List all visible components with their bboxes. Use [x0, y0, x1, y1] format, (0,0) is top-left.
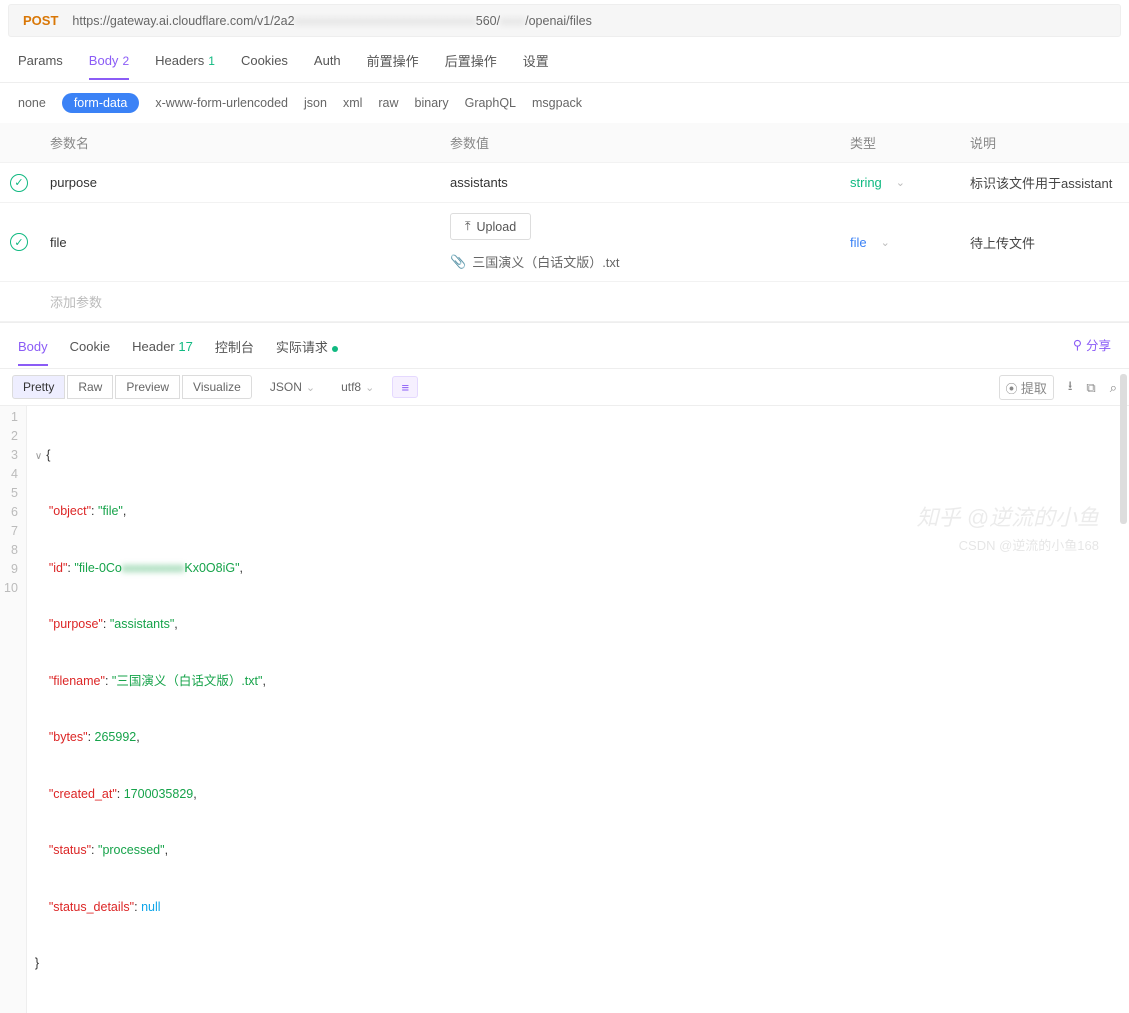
- bodytype-graphql[interactable]: GraphQL: [465, 96, 516, 110]
- check-icon[interactable]: ✓: [10, 233, 28, 251]
- chevron-down-icon: ⌄: [896, 176, 905, 189]
- view-visualize[interactable]: Visualize: [182, 375, 252, 399]
- view-raw[interactable]: Raw: [67, 375, 113, 399]
- charset-select[interactable]: utf8⌄: [333, 376, 382, 398]
- bodytype-binary[interactable]: binary: [415, 96, 449, 110]
- tab-body[interactable]: Body2: [89, 53, 129, 80]
- uploaded-file-name[interactable]: 📎三国演义（白话文版）.txt: [450, 252, 620, 271]
- col-desc: 说明: [966, 133, 1123, 152]
- rtab-header[interactable]: Header 17: [132, 339, 193, 366]
- view-pretty[interactable]: Pretty: [12, 375, 65, 399]
- param-type[interactable]: file⌄: [850, 235, 890, 250]
- view-preview[interactable]: Preview: [115, 375, 180, 399]
- rtab-actual[interactable]: 实际请求: [276, 337, 338, 368]
- upload-icon: ⤒: [465, 219, 471, 234]
- bodytype-raw[interactable]: raw: [378, 96, 398, 110]
- tab-prescript[interactable]: 前置操作: [367, 51, 419, 82]
- http-method[interactable]: POST: [23, 13, 58, 28]
- vertical-scrollbar[interactable]: [1120, 374, 1127, 524]
- request-tabs: Params Body2 Headers1 Cookies Auth 前置操作 …: [0, 37, 1129, 83]
- table-row: ✓ file ⤒Upload 📎三国演义（白话文版）.txt file⌄ 待上传…: [0, 203, 1129, 282]
- format-select[interactable]: JSON⌄: [262, 376, 323, 398]
- tab-postscript[interactable]: 后置操作: [445, 51, 497, 82]
- param-value[interactable]: assistants: [446, 175, 846, 190]
- request-url[interactable]: https://gateway.ai.cloudflare.com/v1/2a2…: [72, 14, 591, 28]
- tab-settings[interactable]: 设置: [523, 51, 549, 82]
- dot-icon: [332, 346, 338, 352]
- bodytype-form-data[interactable]: form-data: [62, 93, 140, 113]
- fold-icon[interactable]: ∨: [35, 451, 42, 462]
- bodytype-json[interactable]: json: [304, 96, 327, 110]
- bodytype-xwww[interactable]: x-www-form-urlencoded: [155, 96, 288, 110]
- col-type: 类型: [846, 133, 966, 152]
- response-view-bar: Pretty Raw Preview Visualize JSON⌄ utf8⌄…: [0, 369, 1129, 406]
- param-key[interactable]: purpose: [46, 175, 446, 190]
- response-body-json[interactable]: 12345678910 ∨{ "object": "file", "id": "…: [0, 406, 1129, 1013]
- chevron-down-icon: ⌄: [365, 381, 374, 394]
- extract-button[interactable]: ⦿ 提取: [999, 375, 1054, 400]
- rtab-console[interactable]: 控制台: [215, 337, 254, 368]
- check-icon[interactable]: ✓: [10, 174, 28, 192]
- rtab-body[interactable]: Body: [18, 339, 48, 366]
- upload-button[interactable]: ⤒Upload: [450, 213, 531, 240]
- share-button[interactable]: ⚲分享: [1073, 335, 1111, 354]
- bodytype-msgpack[interactable]: msgpack: [532, 96, 582, 110]
- form-data-table: 参数名 参数值 类型 说明 ✓ purpose assistants strin…: [0, 123, 1129, 322]
- bodytype-xml[interactable]: xml: [343, 96, 362, 110]
- body-type-selector: none form-data x-www-form-urlencoded jso…: [0, 83, 1129, 123]
- param-desc[interactable]: 待上传文件: [966, 233, 1123, 252]
- chevron-down-icon: ⌄: [881, 236, 890, 249]
- param-desc[interactable]: 标识该文件用于assistant: [966, 173, 1123, 192]
- rtab-cookie[interactable]: Cookie: [70, 339, 110, 366]
- json-code: ∨{ "object": "file", "id": "file-0Coxxxx…: [27, 406, 274, 1013]
- response-tabs: Body Cookie Header 17 控制台 实际请求 ⚲分享: [0, 322, 1129, 369]
- save-icon[interactable]: ⭳: [1068, 377, 1073, 399]
- col-name: 参数名: [46, 133, 446, 152]
- chevron-down-icon: ⌄: [306, 381, 315, 394]
- tab-headers[interactable]: Headers1: [155, 53, 215, 80]
- add-param-row[interactable]: 添加参数: [0, 282, 1129, 322]
- table-row: ✓ purpose assistants string⌄ 标识该文件用于assi…: [0, 163, 1129, 203]
- filter-icon: ≡: [402, 380, 410, 395]
- search-icon[interactable]: ⌕: [1110, 380, 1117, 396]
- share-icon: ⚲: [1073, 337, 1082, 352]
- col-value: 参数值: [446, 133, 846, 152]
- tab-cookies[interactable]: Cookies: [241, 53, 288, 80]
- copy-icon[interactable]: ⧉: [1086, 380, 1095, 396]
- param-key[interactable]: file: [46, 235, 446, 250]
- filter-button[interactable]: ≡: [392, 376, 418, 398]
- line-gutter: 12345678910: [0, 406, 27, 1013]
- param-type[interactable]: string⌄: [850, 175, 905, 190]
- bodytype-none[interactable]: none: [18, 96, 46, 110]
- table-header: 参数名 参数值 类型 说明: [0, 123, 1129, 163]
- paperclip-icon: 📎: [450, 254, 466, 270]
- tab-auth[interactable]: Auth: [314, 53, 341, 80]
- tab-params[interactable]: Params: [18, 53, 63, 80]
- add-param-label: 添加参数: [46, 292, 446, 311]
- request-url-bar: POST https://gateway.ai.cloudflare.com/v…: [8, 4, 1121, 37]
